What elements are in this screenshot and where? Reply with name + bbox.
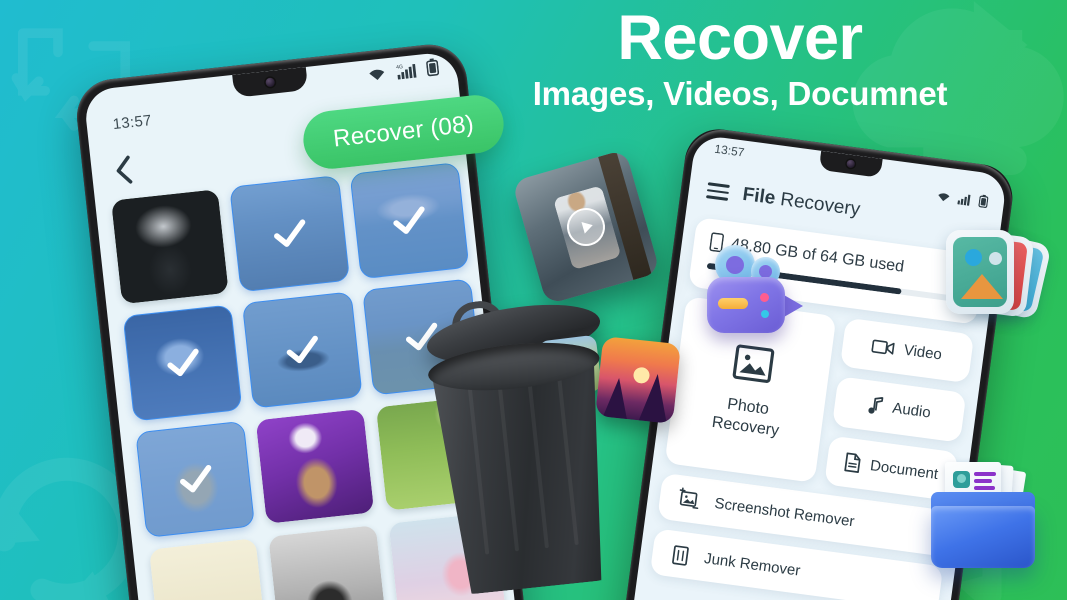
right-phone-notch (818, 150, 883, 178)
music-note-icon (868, 397, 883, 415)
back-chevron-icon (116, 155, 133, 184)
hamburger-menu-icon[interactable] (705, 178, 730, 204)
right-status-bar (936, 189, 989, 209)
left-phone-notch (232, 66, 309, 98)
camcorder-dot-cyan (761, 310, 769, 318)
photo-card-dot-white (989, 252, 1002, 265)
battery-icon (978, 194, 989, 208)
photo-thumbnail-image (148, 538, 267, 600)
selected-check-icon (167, 348, 199, 377)
app-title: File Recovery (741, 184, 861, 221)
document-folder-3d-icon (925, 462, 1053, 586)
image-icon (733, 344, 775, 383)
selected-check-icon (179, 465, 211, 493)
app-title-bold: File (741, 183, 777, 209)
camcorder-dot-pink (760, 293, 769, 302)
app-title-rest: Recovery (773, 188, 862, 221)
page-subtitle: Images, Videos, Documnet (532, 75, 948, 112)
page-title: Recover (617, 3, 863, 73)
tile-video-label: Video (902, 341, 943, 364)
photo-thumbnail-image (111, 189, 230, 305)
photo-thumbnail-concert-singer[interactable] (255, 408, 374, 524)
row-junk-remover-label: Junk Remover (703, 549, 802, 580)
camcorder-strip (718, 298, 748, 309)
selected-check-icon (286, 335, 318, 364)
photo-thumbnail-image (255, 408, 374, 524)
tile-photo-label-line1: Photo (726, 395, 770, 419)
photo-card-dot-blue (965, 249, 982, 266)
camcorder-3d-icon (707, 245, 815, 337)
svg-text:4G: 4G (396, 64, 404, 71)
selected-check-icon (274, 219, 306, 247)
trash-can-3d (425, 335, 617, 596)
wifi-icon (369, 69, 385, 80)
wifi-icon (938, 192, 950, 201)
selected-check-icon (393, 206, 425, 234)
photo-thumbnail-girl-window[interactable] (135, 420, 256, 538)
photo-thumbnail-cream-blank[interactable] (148, 538, 267, 600)
folder-front-panel (931, 506, 1035, 568)
left-status-bar: 4G (366, 58, 440, 84)
photo-thumbnail-capitol-dome[interactable] (122, 304, 243, 422)
front-camera-icon (846, 159, 856, 169)
right-status-time: 13:57 (713, 141, 746, 160)
poster-background: Recover Images, Videos, Documnet 13:57 F… (0, 0, 1067, 600)
document-icon (844, 452, 861, 474)
folder-doc-avatar (953, 471, 970, 488)
photo-thumbnail-eiffel-tower[interactable] (229, 175, 350, 293)
photo-stack-3d-icon (944, 228, 1052, 332)
tile-audio-label: Audio (891, 400, 932, 423)
photo-card-mountain (961, 274, 1003, 299)
photo-thumbnail-camera-still[interactable] (242, 291, 363, 409)
tile-photo-label-line2: Recovery (710, 413, 781, 440)
tile-photo-recovery-label: Photo Recovery (711, 393, 783, 442)
photo-thumbnail-image (268, 525, 387, 600)
poster-headline: Recover Images, Videos, Documnet (523, 4, 957, 116)
signal-4g-icon: 4G (396, 63, 417, 79)
floating-video-card (511, 149, 661, 305)
escaping-sunset-thumb (595, 336, 681, 424)
screenshot-remove-icon (679, 487, 699, 509)
battery-icon (426, 58, 440, 77)
video-camera-icon (871, 339, 895, 355)
front-camera-icon (265, 77, 276, 88)
photo-thumbnail-smoke-portrait[interactable] (111, 189, 230, 305)
row-screenshot-remover-label: Screenshot Remover (713, 494, 856, 530)
back-button[interactable] (112, 154, 136, 191)
trash-icon (672, 545, 689, 566)
photo-thumbnail-taj-mahal[interactable] (349, 162, 470, 280)
signal-icon (957, 194, 971, 206)
photo-card-front (946, 230, 1014, 314)
left-status-time: 13:57 (111, 111, 153, 134)
tile-audio[interactable]: Audio (831, 376, 967, 443)
photo-thumbnail-bw-portrait[interactable] (268, 525, 387, 600)
